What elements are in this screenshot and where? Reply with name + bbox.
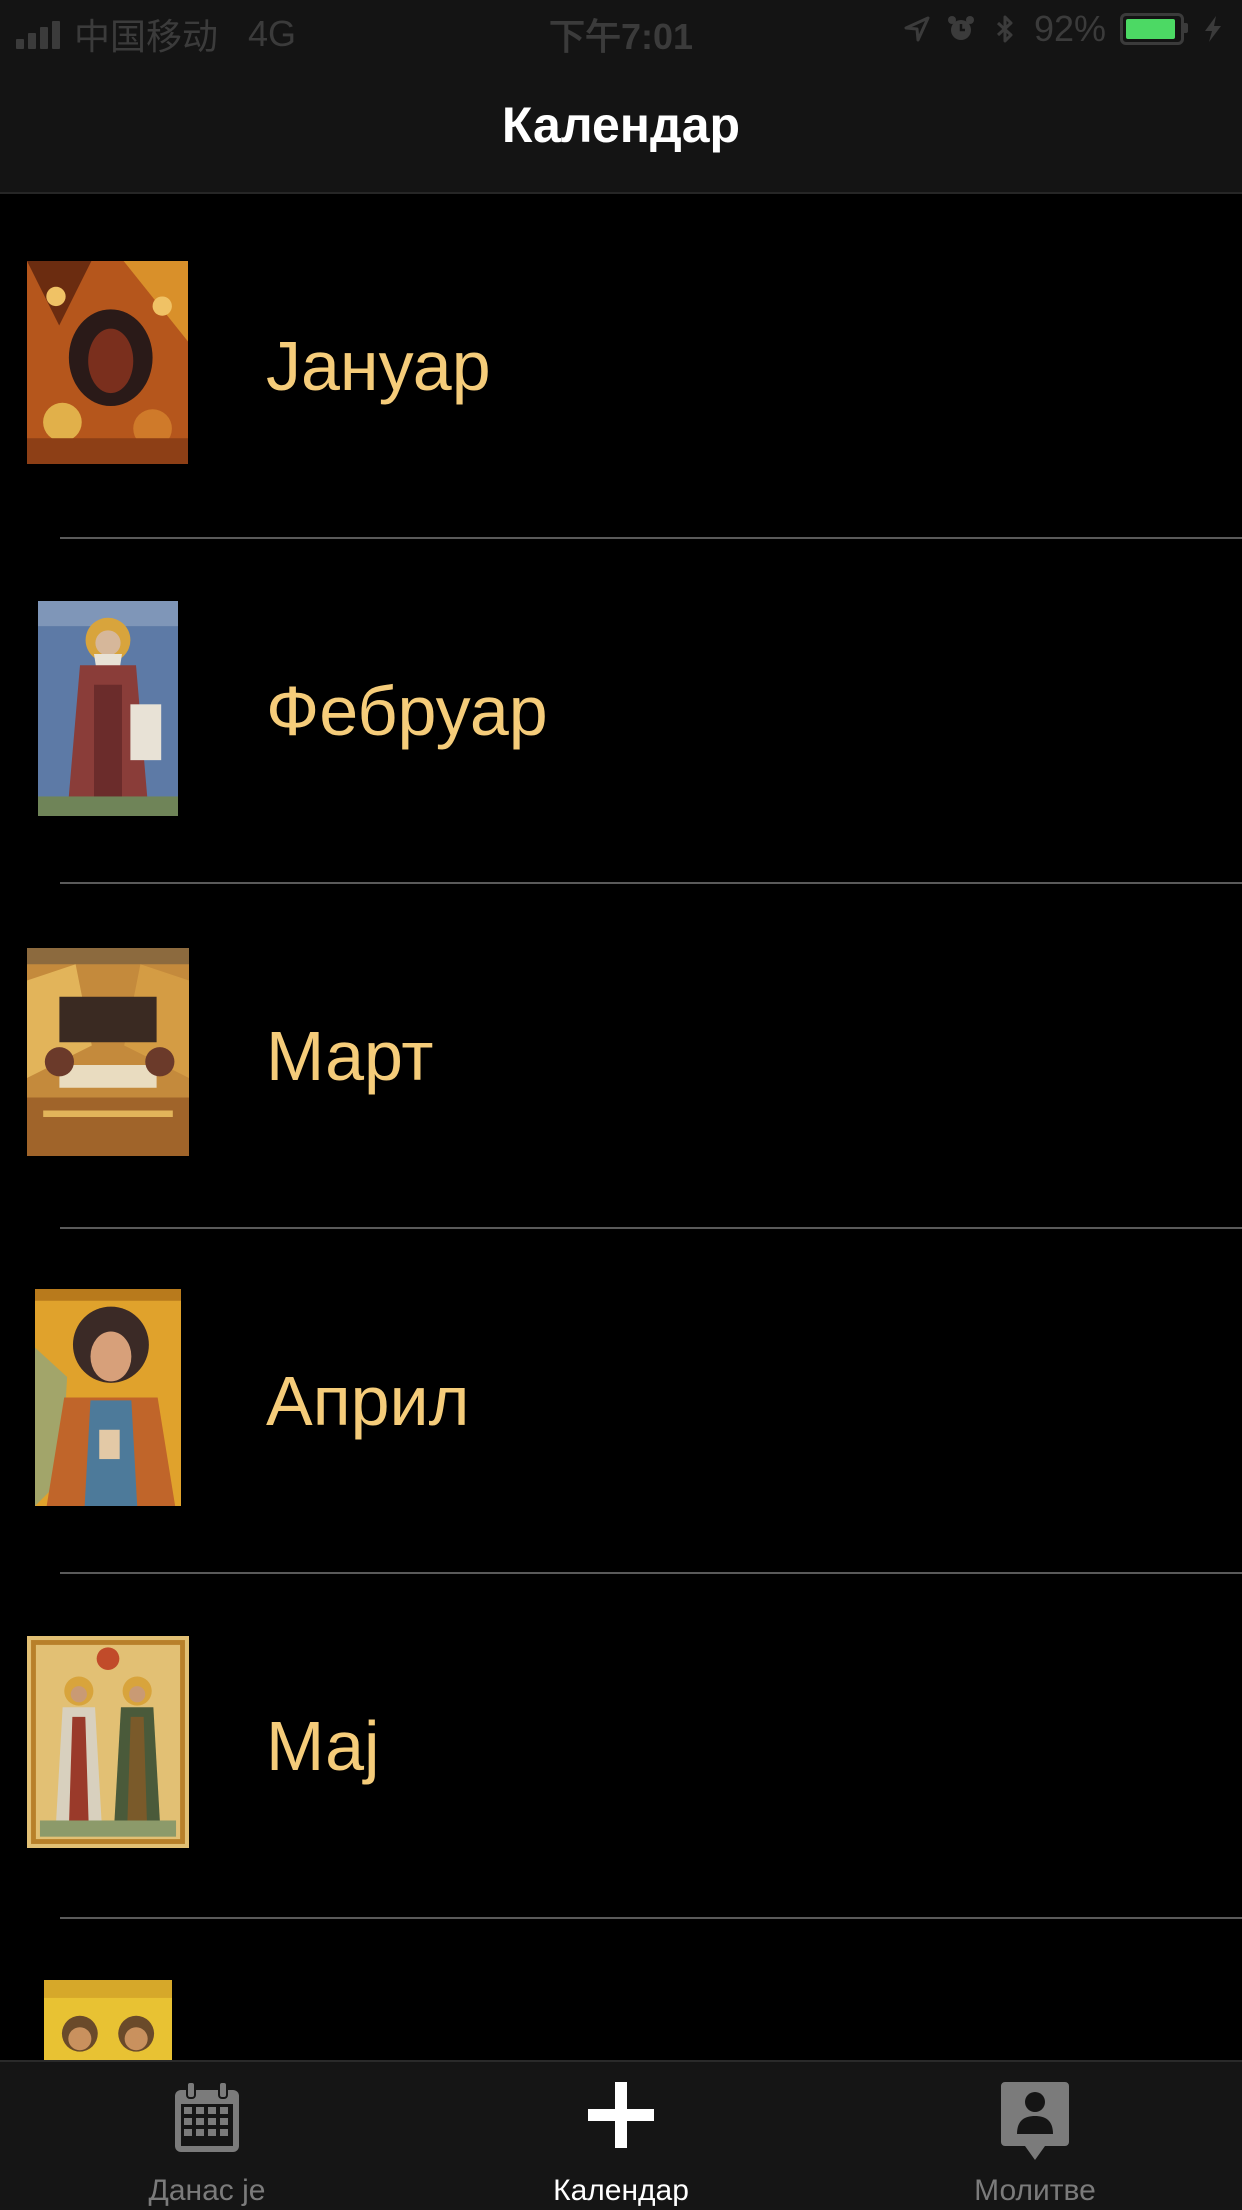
navigation-bar: Календар bbox=[0, 64, 1242, 194]
charging-bolt-icon bbox=[1205, 16, 1221, 42]
nativity-icon-thumbnail bbox=[27, 261, 188, 464]
tab-label: Молитве bbox=[974, 2174, 1096, 2207]
month-label: Март bbox=[266, 1017, 434, 1095]
month-row-february[interactable]: Фебруар bbox=[0, 539, 1242, 884]
tab-today[interactable]: Данас је bbox=[0, 2062, 414, 2210]
month-row-january[interactable]: Јануар bbox=[0, 194, 1242, 539]
month-row-june[interactable] bbox=[0, 1919, 1242, 2060]
month-row-may[interactable]: Мај bbox=[0, 1574, 1242, 1919]
status-bar: 中国移动 4G 下午7:01 92% bbox=[0, 0, 1242, 64]
month-label: Јануар bbox=[266, 327, 491, 405]
tab-calendar[interactable]: Календар bbox=[414, 2062, 828, 2210]
calendar-icon bbox=[175, 2081, 239, 2152]
tab-bar: Данас је Календар Молитве bbox=[0, 2060, 1242, 2210]
location-arrow-icon bbox=[904, 16, 930, 42]
tab-label: Данас је bbox=[148, 2174, 266, 2207]
apostles-icon-thumbnail bbox=[44, 1980, 172, 2060]
month-label: Април bbox=[266, 1362, 470, 1440]
battery-icon bbox=[1120, 13, 1188, 45]
page-title: Календар bbox=[501, 97, 741, 153]
tab-prayers[interactable]: Молитве bbox=[828, 2062, 1242, 2210]
month-row-march[interactable]: Март bbox=[0, 884, 1242, 1229]
month-list[interactable]: Јануар Фебруар Март Април Мај bbox=[0, 194, 1242, 2060]
saint-icon-thumbnail bbox=[38, 601, 178, 816]
archangel-icon-thumbnail bbox=[35, 1289, 181, 1506]
tab-label: Календар bbox=[553, 2174, 689, 2207]
bluetooth-icon bbox=[996, 15, 1013, 43]
two-saints-icon-thumbnail bbox=[27, 1636, 189, 1848]
cross-icon bbox=[588, 2082, 654, 2148]
entombment-icon-thumbnail bbox=[27, 948, 189, 1156]
month-label: Фебруар bbox=[266, 672, 548, 750]
alarm-clock-icon bbox=[947, 16, 974, 40]
person-pin-icon bbox=[1001, 2082, 1069, 2160]
month-row-april[interactable]: Април bbox=[0, 1229, 1242, 1574]
battery-percentage: 92% bbox=[1033, 8, 1106, 49]
month-label: Мај bbox=[266, 1707, 380, 1785]
